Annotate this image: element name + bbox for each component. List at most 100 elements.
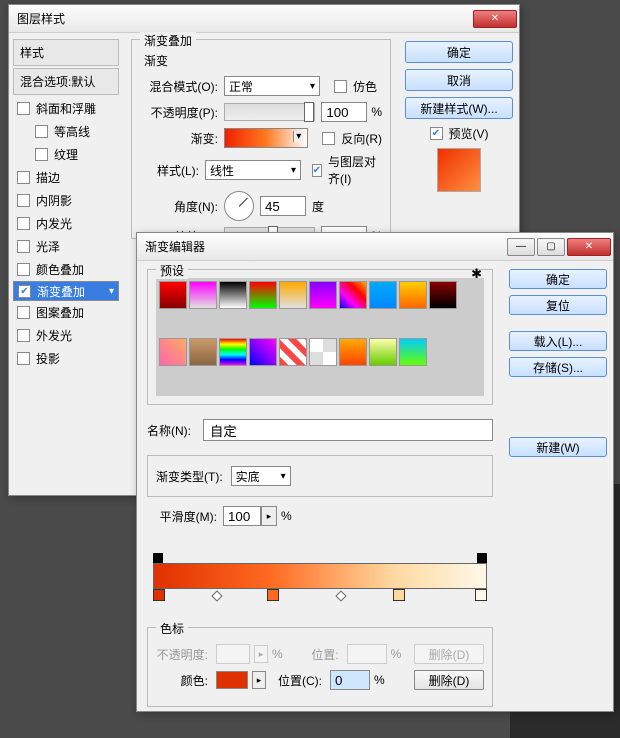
preset-swatch[interactable] xyxy=(159,338,187,366)
style-label: 描边 xyxy=(36,169,60,186)
preview-checkbox[interactable] xyxy=(430,127,443,140)
preset-swatch[interactable] xyxy=(219,281,247,309)
color-stop[interactable] xyxy=(393,589,405,601)
styles-list: 样式 混合选项:默认 斜面和浮雕等高线纹理描边内阴影内发光光泽颜色叠加渐变叠加图… xyxy=(9,33,123,495)
style-select[interactable]: 线性 xyxy=(205,160,301,180)
new-style-button[interactable]: 新建样式(W)... xyxy=(405,97,513,119)
minimize-button[interactable]: — xyxy=(507,238,535,256)
style-checkbox[interactable] xyxy=(17,102,30,115)
preset-swatch[interactable] xyxy=(189,338,217,366)
preset-swatch[interactable] xyxy=(309,338,337,366)
blend-mode-select[interactable]: 正常 xyxy=(224,76,320,96)
style-item[interactable]: 外发光 xyxy=(13,324,119,347)
angle-dial[interactable] xyxy=(224,191,254,221)
preset-swatch[interactable] xyxy=(339,338,367,366)
style-checkbox[interactable] xyxy=(17,240,30,253)
style-item[interactable]: 内发光 xyxy=(13,212,119,235)
align-checkbox[interactable] xyxy=(312,164,322,177)
close-button[interactable]: ✕ xyxy=(567,238,611,256)
ok-button[interactable]: 确定 xyxy=(405,41,513,63)
style-label: 纹理 xyxy=(54,146,78,163)
preset-swatch[interactable] xyxy=(279,338,307,366)
smooth-step-button[interactable]: ▸ xyxy=(261,506,277,526)
color-stop[interactable] xyxy=(153,589,165,601)
style-checkbox[interactable] xyxy=(17,217,30,230)
gradient-overlay-panel: 渐变叠加 渐变 混合模式(O): 正常 仿色 不透明度(P): % 渐变: xyxy=(131,39,391,239)
gradient-bar[interactable] xyxy=(147,539,493,621)
style-checkbox[interactable] xyxy=(17,263,30,276)
style-item[interactable]: 投影 xyxy=(13,347,119,370)
opacity-input[interactable] xyxy=(321,102,367,122)
load-button[interactable]: 载入(L)... xyxy=(509,331,607,351)
maximize-button[interactable]: ▢ xyxy=(537,238,565,256)
style-label: 渐变叠加 xyxy=(37,283,85,300)
preset-swatch[interactable] xyxy=(429,281,457,309)
save-button[interactable]: 存储(S)... xyxy=(509,357,607,377)
stop-pos2-input[interactable] xyxy=(330,670,370,690)
preset-swatch[interactable] xyxy=(159,281,187,309)
style-item[interactable]: 斜面和浮雕 xyxy=(13,97,119,120)
name-input[interactable] xyxy=(203,419,493,441)
titlebar[interactable]: 渐变编辑器 — ▢ ✕ xyxy=(137,233,613,261)
arrow-icon[interactable]: ▸ xyxy=(252,671,266,689)
gear-icon[interactable]: ✱ xyxy=(471,266,482,282)
preset-swatch[interactable] xyxy=(219,338,247,366)
style-checkbox[interactable] xyxy=(17,194,30,207)
style-checkbox[interactable] xyxy=(17,352,30,365)
preset-swatch[interactable] xyxy=(369,338,397,366)
smooth-label: 平滑度(M): xyxy=(147,508,223,525)
opacity-stop[interactable] xyxy=(153,553,163,563)
new-gradient-button[interactable]: 新建(W) xyxy=(509,437,607,457)
preset-swatch[interactable] xyxy=(249,338,277,366)
style-checkbox[interactable] xyxy=(35,148,48,161)
style-checkbox[interactable] xyxy=(17,306,30,319)
preset-swatch[interactable] xyxy=(399,281,427,309)
style-item[interactable]: 渐变叠加 xyxy=(13,281,119,301)
styles-header[interactable]: 样式 xyxy=(13,39,119,66)
angle-input[interactable] xyxy=(260,196,306,216)
smooth-input[interactable] xyxy=(223,506,261,526)
style-item[interactable]: 光泽 xyxy=(13,235,119,258)
style-item[interactable]: 等高线 xyxy=(13,120,119,143)
preset-swatch[interactable] xyxy=(369,281,397,309)
style-item[interactable]: 内阴影 xyxy=(13,189,119,212)
reset-button[interactable]: 复位 xyxy=(509,295,607,315)
preset-swatch[interactable] xyxy=(249,281,277,309)
preset-swatch[interactable] xyxy=(339,281,367,309)
color-stop[interactable] xyxy=(267,589,279,601)
style-checkbox[interactable] xyxy=(35,125,48,138)
style-label: 图案叠加 xyxy=(36,304,84,321)
grad-type-select[interactable]: 实底 xyxy=(231,466,291,486)
delete-color-stop-button[interactable]: 删除(D) xyxy=(414,670,484,690)
preset-swatch[interactable] xyxy=(279,281,307,309)
dialog-title: 渐变编辑器 xyxy=(145,238,205,255)
close-button[interactable]: ✕ xyxy=(473,10,517,28)
opacity-stop[interactable] xyxy=(477,553,487,563)
blend-options[interactable]: 混合选项:默认 xyxy=(13,68,119,95)
color-stop[interactable] xyxy=(475,589,487,601)
dither-checkbox[interactable] xyxy=(334,80,347,93)
reverse-checkbox[interactable] xyxy=(322,132,335,145)
opacity-slider[interactable] xyxy=(224,103,315,121)
style-item[interactable]: 描边 xyxy=(13,166,119,189)
stop-color-label: 颜色: xyxy=(156,672,212,689)
color-swatch[interactable] xyxy=(216,671,248,689)
titlebar[interactable]: 图层样式 ✕ xyxy=(9,5,519,33)
ok-button[interactable]: 确定 xyxy=(509,269,607,289)
midpoint[interactable] xyxy=(335,590,346,601)
midpoint[interactable] xyxy=(211,590,222,601)
style-checkbox[interactable] xyxy=(18,285,31,298)
preset-swatch[interactable] xyxy=(309,281,337,309)
style-item[interactable]: 纹理 xyxy=(13,143,119,166)
gradient-picker[interactable] xyxy=(224,128,308,148)
style-label: 内阴影 xyxy=(36,192,72,209)
style-item[interactable]: 颜色叠加 xyxy=(13,258,119,281)
presets-panel: 预设 ✱ xyxy=(147,269,493,405)
delete-opacity-stop-button: 删除(D) xyxy=(414,644,484,664)
style-checkbox[interactable] xyxy=(17,171,30,184)
cancel-button[interactable]: 取消 xyxy=(405,69,513,91)
style-item[interactable]: 图案叠加 xyxy=(13,301,119,324)
preset-swatch[interactable] xyxy=(189,281,217,309)
preset-swatch[interactable] xyxy=(399,338,427,366)
style-checkbox[interactable] xyxy=(17,329,30,342)
